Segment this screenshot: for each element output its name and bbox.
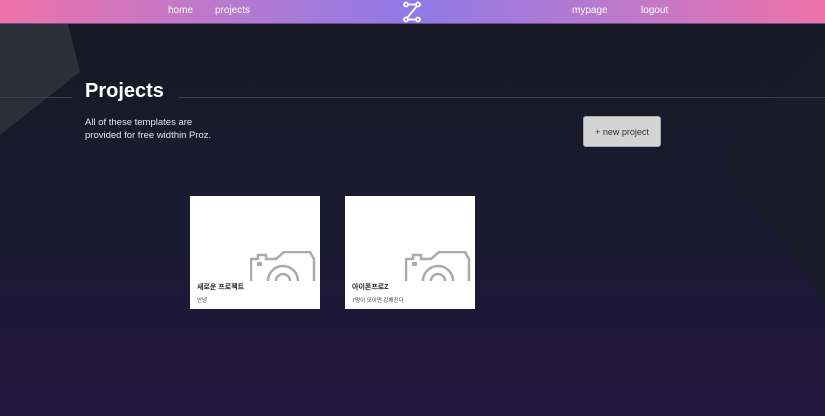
camera-icon <box>405 251 471 281</box>
top-nav: home projects mypage logout <box>0 0 825 24</box>
page-description: All of these templates are provided for … <box>85 117 212 141</box>
project-card[interactable]: 아이폰프로Z 7명이 모이면 강해진다 <box>345 196 475 309</box>
nav-projects[interactable]: projects <box>215 5 250 16</box>
camera-icon <box>250 251 316 281</box>
new-project-button[interactable]: + new project <box>583 116 661 147</box>
page-title: Projects <box>85 80 164 102</box>
nav-home[interactable]: home <box>168 5 193 16</box>
project-name: 새로운 프로젝트 <box>197 284 245 291</box>
project-card[interactable]: 새로운 프로젝트 안녕 <box>190 196 320 309</box>
project-description: 안녕 <box>197 298 208 304</box>
project-name: 아이폰프로Z <box>352 284 389 291</box>
project-description: 7명이 모이면 강해진다 <box>352 298 404 304</box>
nav-logout[interactable]: logout <box>641 5 668 16</box>
nav-mypage[interactable]: mypage <box>572 5 608 16</box>
divider <box>178 97 825 98</box>
divider <box>0 97 72 98</box>
logo-icon[interactable] <box>401 1 423 23</box>
